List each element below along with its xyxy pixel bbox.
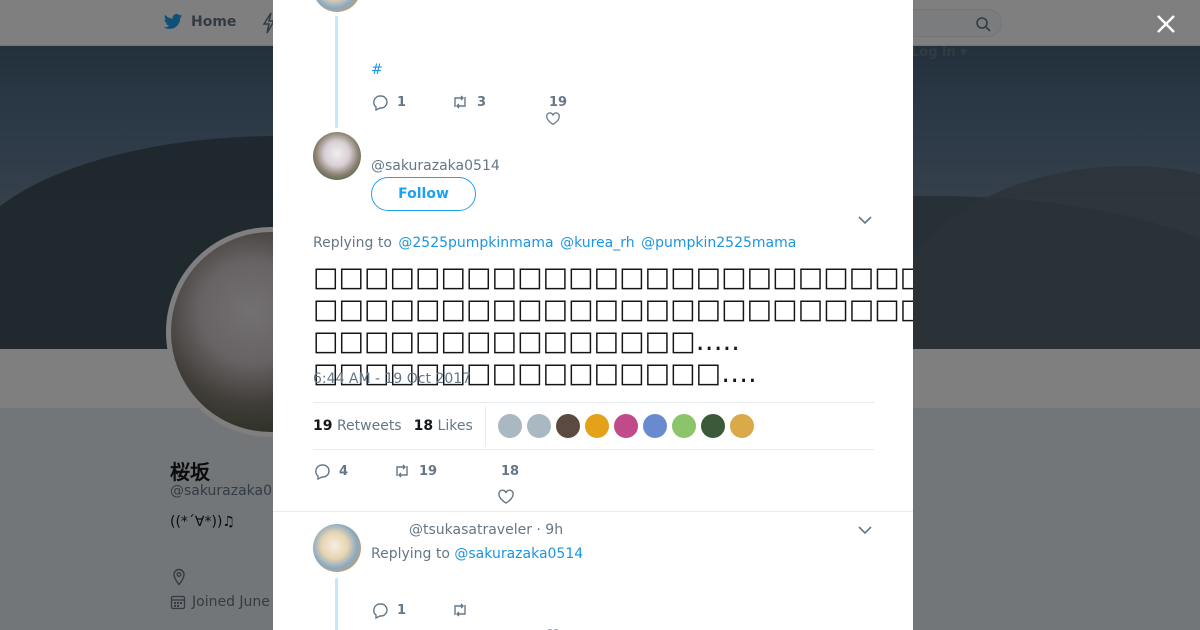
heart-icon	[546, 111, 560, 125]
stats-divider	[484, 406, 486, 446]
liker-avatar[interactable]	[526, 414, 551, 438]
heart-icon	[498, 489, 514, 504]
liker-avatar[interactable]	[700, 414, 725, 438]
tweet-divider	[273, 511, 913, 512]
reply-action[interactable]: 4	[313, 462, 393, 480]
liker-avatar[interactable]	[642, 414, 667, 438]
reply-icon	[373, 603, 388, 619]
reply-replying-to: Replying to @sakurazaka0514	[371, 546, 584, 562]
close-icon	[1157, 15, 1175, 33]
liker-avatar[interactable]	[729, 414, 754, 438]
retweet-action[interactable]: 3	[451, 93, 549, 111]
tweet-stats: 19 Retweets 18 Likes	[313, 402, 874, 450]
reply-icon	[315, 464, 330, 480]
retweet-icon	[454, 603, 466, 617]
close-button[interactable]	[1152, 10, 1180, 38]
chevron-down-icon[interactable]	[858, 213, 872, 227]
like-stat[interactable]: 18 Likes	[414, 418, 473, 434]
prev-tweet-avatar[interactable]	[313, 0, 361, 12]
tweet-timestamp[interactable]: 6:44 AM - 19 Oct 2017	[313, 371, 471, 387]
liker-avatar[interactable]	[584, 414, 609, 438]
chevron-down-icon[interactable]	[858, 523, 872, 537]
thread-line	[335, 16, 338, 128]
likers-avatars	[497, 414, 754, 438]
reply-action[interactable]: 1	[371, 93, 451, 111]
reply-icon	[373, 95, 388, 111]
tweet-author-avatar[interactable]	[313, 132, 361, 180]
like-action[interactable]: 18	[498, 464, 519, 504]
follow-button[interactable]: Follow	[371, 177, 476, 211]
retweet-icon	[454, 95, 466, 109]
prev-tweet-actions: 1 3 19	[371, 93, 567, 125]
tweet-actions: 4 19 18	[313, 462, 519, 504]
reply-author-handle[interactable]: @tsukasatraveler · 9h	[409, 522, 563, 538]
mention-link[interactable]: @sakurazaka0514	[454, 546, 583, 562]
tweet-author-handle[interactable]: @sakurazaka0514	[371, 158, 500, 174]
replying-to: Replying to @2525pumpkinmama @kurea_rh @…	[313, 235, 797, 251]
like-action[interactable]: 19	[546, 95, 567, 125]
retweet-action[interactable]	[451, 601, 549, 619]
liker-avatar[interactable]	[497, 414, 522, 438]
tweet-dialog: # 1 3 19 @sakurazaka0514 Follow Replying…	[273, 0, 913, 630]
reply-author-avatar[interactable]	[313, 524, 361, 572]
retweet-action[interactable]: 19	[393, 462, 501, 480]
liker-avatar[interactable]	[555, 414, 580, 438]
retweet-icon	[396, 464, 408, 478]
mention-link[interactable]: @kurea_rh	[560, 235, 635, 251]
liker-avatar[interactable]	[671, 414, 696, 438]
mention-link[interactable]: @pumpkin2525mama	[641, 235, 796, 251]
prev-tweet-hashtag[interactable]: #	[371, 62, 383, 78]
mention-link[interactable]: @2525pumpkinmama	[398, 235, 553, 251]
reply-action[interactable]: 1	[371, 601, 451, 619]
reply-tweet-actions: 1	[371, 601, 569, 630]
retweet-stat[interactable]: 19 Retweets	[313, 418, 402, 434]
thread-line	[335, 578, 338, 630]
liker-avatar[interactable]	[613, 414, 638, 438]
